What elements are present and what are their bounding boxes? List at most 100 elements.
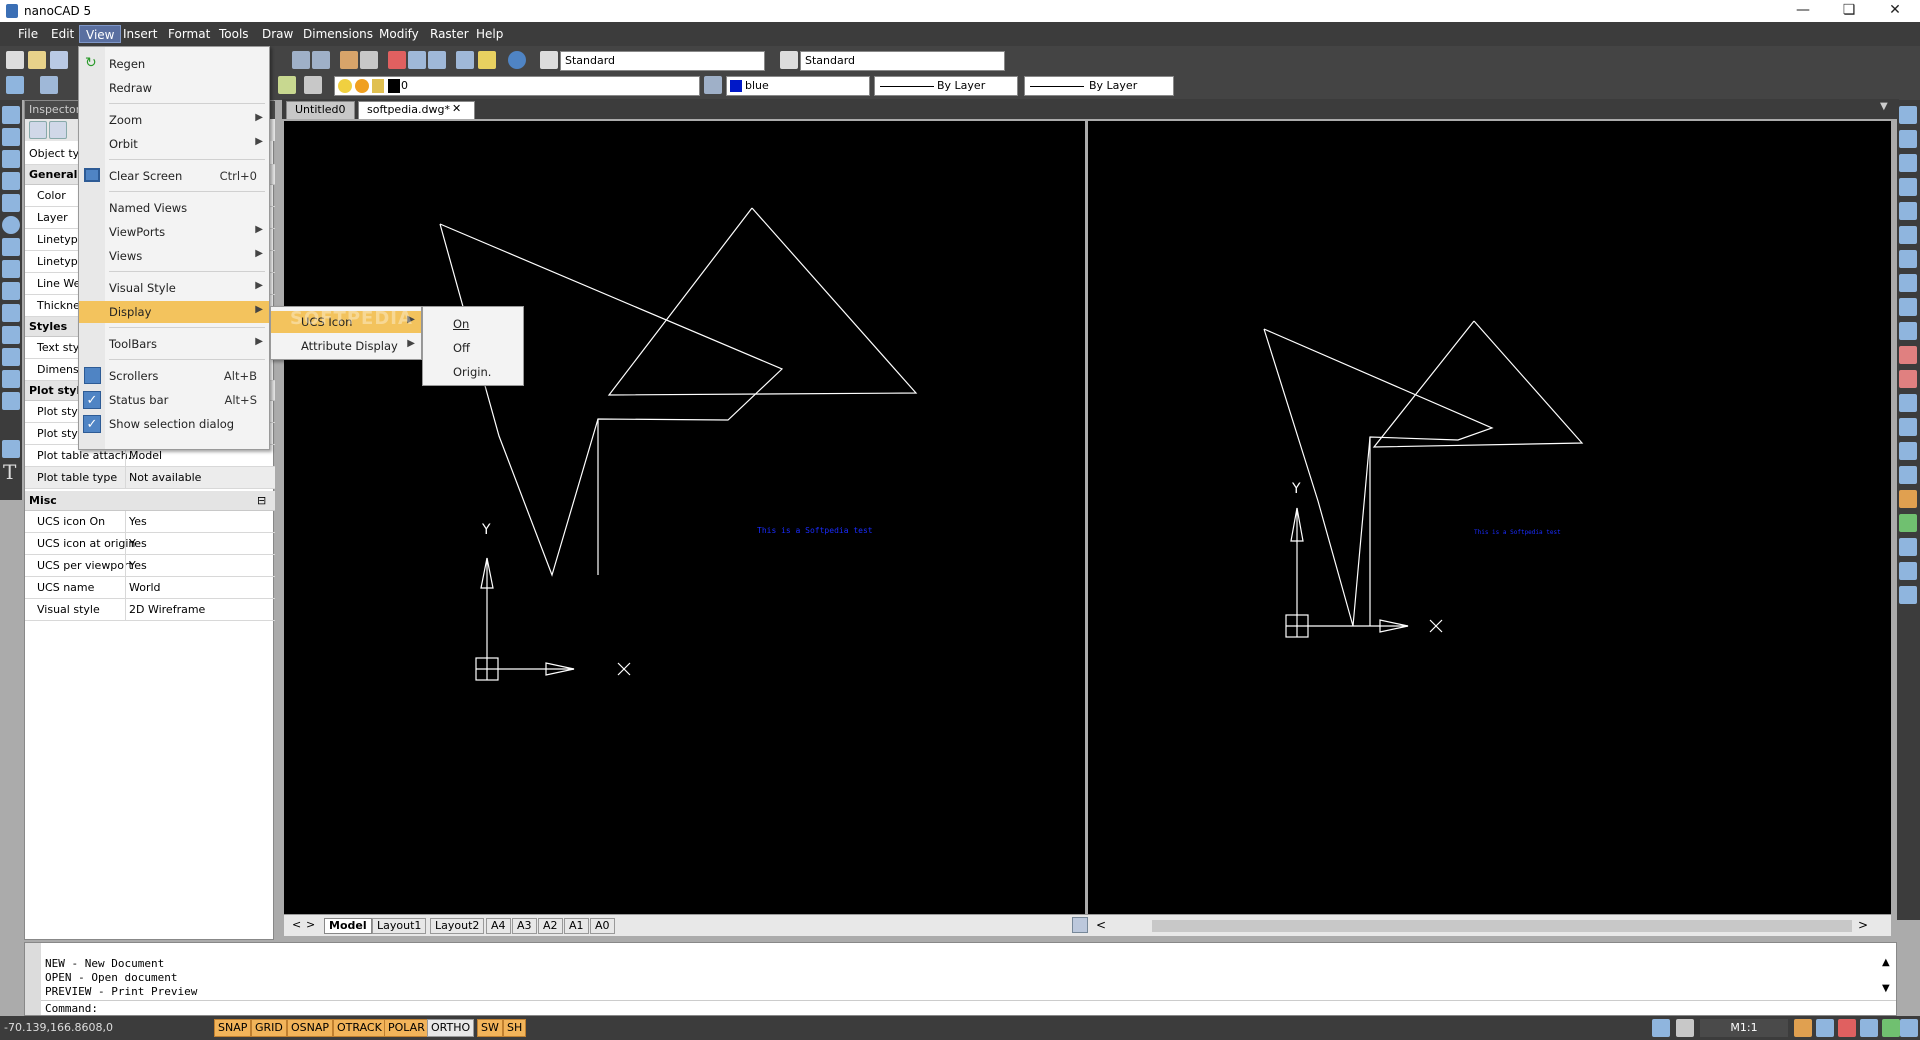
snap-icon[interactable] [40, 76, 58, 94]
region-icon[interactable] [2, 304, 20, 322]
select-icon[interactable] [49, 121, 67, 139]
layout-tab[interactable]: A3 [512, 918, 537, 934]
spline-icon[interactable] [2, 238, 20, 256]
explode-icon[interactable] [1899, 442, 1917, 460]
menu-item-toolbars[interactable]: ToolBars ▶ [79, 333, 269, 355]
grid-toggle-icon[interactable] [1072, 917, 1088, 933]
minimize-icon[interactable]: — [1780, 0, 1826, 22]
copy-object-icon[interactable] [1899, 130, 1917, 148]
menu-raster[interactable]: Raster [424, 25, 475, 43]
layout-tab[interactable]: Layout1 [372, 918, 427, 934]
fillet-icon[interactable] [1899, 418, 1917, 436]
pan-icon[interactable] [340, 51, 358, 69]
properties-icon[interactable] [1899, 490, 1917, 508]
zoom-window-icon[interactable] [388, 51, 406, 69]
ellipse-icon[interactable] [2, 260, 20, 278]
collapse-icon[interactable]: ⊟ [257, 494, 266, 507]
arc-icon[interactable] [2, 194, 20, 212]
model-space-icon[interactable] [1652, 1019, 1670, 1037]
move-icon[interactable] [1899, 106, 1917, 124]
tab-dropdown-icon[interactable]: ▼ [1880, 101, 1888, 112]
scale-display[interactable]: M1:1 [1700, 1019, 1788, 1037]
dimstyle-combo[interactable]: Standard [800, 51, 1005, 71]
mtext-icon[interactable] [2, 440, 20, 458]
viewport-right[interactable]: Y This is a Softpedia test [1088, 121, 1891, 914]
layer-state-icon[interactable] [304, 76, 322, 94]
grid-button[interactable]: GRID [251, 1019, 287, 1037]
chamfer-icon[interactable] [1899, 394, 1917, 412]
menu-format[interactable]: Format [162, 25, 216, 43]
tab-close-icon[interactable]: ✕ [452, 102, 461, 115]
misc-row[interactable]: UCS name World [25, 577, 275, 599]
extend-icon[interactable] [1899, 322, 1917, 340]
color-picker-icon[interactable] [704, 76, 722, 94]
menu-draw[interactable]: Draw [256, 25, 299, 43]
menu-item-viewports[interactable]: ViewPorts ▶ [79, 221, 269, 243]
pencil-icon[interactable] [478, 51, 496, 69]
menu-item-show-selection[interactable]: ✓ Show selection dialog [79, 413, 269, 435]
scale-icon[interactable] [1899, 250, 1917, 268]
scroll-thumb[interactable] [1152, 920, 1852, 932]
osnap-button[interactable]: OSNAP [287, 1019, 334, 1037]
scroll-right-icon[interactable]: > [1858, 918, 1868, 932]
trim-icon[interactable] [1899, 298, 1917, 316]
point-icon[interactable] [2, 348, 20, 366]
paper-space-icon[interactable] [1676, 1019, 1694, 1037]
zoom-extents-icon[interactable] [428, 51, 446, 69]
offset-icon[interactable] [1899, 178, 1917, 196]
scroll-left-icon[interactable]: < [1096, 918, 1106, 932]
layout-tab[interactable]: A4 [486, 918, 511, 934]
menu-item-zoom[interactable]: Zoom ▶ [79, 109, 269, 131]
misc-row[interactable]: UCS icon On Yes [25, 511, 275, 533]
menu-file[interactable]: File [12, 25, 44, 43]
layout-tab[interactable]: Layout2 [430, 918, 485, 934]
misc-row[interactable]: UCS per viewport Yes [25, 555, 275, 577]
scroll-down-icon[interactable]: ▼ [1882, 983, 1890, 994]
help-icon[interactable] [508, 51, 526, 69]
zoom-status-icon[interactable] [1816, 1019, 1834, 1037]
menu-item-clear-screen[interactable]: Clear Screen Ctrl+0 [79, 165, 269, 187]
zoom-extents-status-icon[interactable] [1860, 1019, 1878, 1037]
new-file-icon[interactable] [6, 51, 24, 69]
polyline-icon[interactable] [2, 128, 20, 146]
layout-tab[interactable]: Model [324, 918, 372, 934]
menu-item-attribute-display[interactable]: Attribute Display ▶ [271, 335, 421, 357]
zoom-icon[interactable] [408, 51, 426, 69]
menu-item-off[interactable]: Off [423, 337, 523, 359]
ungroup-icon[interactable] [1899, 586, 1917, 604]
menu-view[interactable]: View [79, 25, 122, 43]
sw-button[interactable]: SW [477, 1019, 503, 1037]
menu-item-named-views[interactable]: Named Views [79, 197, 269, 219]
otrack-button[interactable]: OTRACK [333, 1019, 386, 1037]
plot-table-type-row[interactable]: Plot table type Not available [25, 467, 275, 489]
ortho-button[interactable]: ORTHO [427, 1019, 475, 1037]
array-icon[interactable] [1899, 202, 1917, 220]
misc-row[interactable]: UCS icon at origin Yes [25, 533, 275, 555]
menu-tools[interactable]: Tools [213, 25, 255, 43]
circle-icon[interactable] [2, 216, 20, 234]
layout-tab[interactable]: A2 [538, 918, 563, 934]
layout-tab[interactable]: A1 [564, 918, 589, 934]
menu-item-origin[interactable]: Origin. [423, 361, 523, 383]
text-icon[interactable]: T [3, 460, 16, 484]
break-icon[interactable] [1899, 346, 1917, 364]
line-icon[interactable] [2, 106, 20, 124]
tab-next-icon[interactable]: > [302, 918, 319, 934]
add-icon[interactable] [29, 121, 47, 139]
match-icon[interactable] [1899, 514, 1917, 532]
settings-icon[interactable] [1900, 1019, 1918, 1037]
block-icon[interactable] [2, 370, 20, 388]
misc-header[interactable]: Misc ⊟ [25, 491, 275, 511]
redo-icon[interactable] [312, 51, 330, 69]
copy-icon[interactable] [360, 51, 378, 69]
rotate-icon[interactable] [1899, 226, 1917, 244]
group-icon[interactable] [1899, 562, 1917, 580]
menu-modify[interactable]: Modify [373, 25, 425, 43]
menu-item-display[interactable]: Display ▶ [79, 301, 269, 323]
menu-help[interactable]: Help [470, 25, 509, 43]
viewport-left[interactable]: Y This is a Softpedia test [284, 121, 1085, 914]
command-prompt[interactable]: Command: [45, 1002, 98, 1015]
snap-button[interactable]: SNAP [214, 1019, 252, 1037]
menu-item-scrollers[interactable]: Scrollers Alt+B [79, 365, 269, 387]
join-icon[interactable] [1899, 370, 1917, 388]
